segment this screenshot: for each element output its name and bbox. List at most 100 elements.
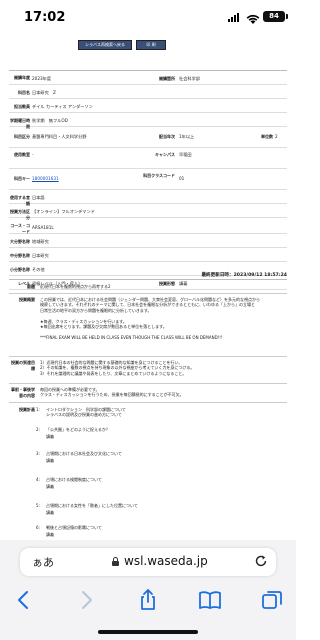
- lesson-title: イントロダクション 科学部の課題について シラバスの説明及び授業の進め方について: [46, 407, 126, 418]
- dept-label: 開講箇所: [159, 76, 175, 81]
- share-icon[interactable]: [136, 588, 160, 612]
- battery-icon: 84: [263, 11, 288, 22]
- lesson-title: 占領における検閲制度について: [46, 477, 102, 482]
- lesson-title: 戦後と占領記憶の影響について: [46, 525, 102, 530]
- subtitle-label: 副題: [27, 284, 35, 289]
- info-row-major: 大分野名称 地域研究: [9, 234, 287, 248]
- course-label: 科目名: [18, 90, 30, 95]
- course-value: 日本研究 Z: [32, 90, 56, 95]
- lesson-number: 4:: [36, 477, 40, 482]
- lesson-mode: 講義: [46, 458, 54, 463]
- lesson-title: 「公共圏」をどのように捉えるか？: [46, 427, 110, 432]
- goal-text: 1）近現代日本の社会的な問題に関する基礎的な知識を身につけることを行い、 2）そ…: [40, 360, 195, 376]
- lesson-number: 5:: [36, 503, 40, 508]
- status-time: 17:02: [24, 10, 66, 25]
- year-value: 2023年度: [32, 76, 52, 81]
- url-text[interactable]: wsl.waseda.jp: [124, 554, 208, 568]
- lesson-number: 3:: [36, 451, 40, 456]
- forward-icon[interactable]: [74, 588, 98, 612]
- lesson-number: 2:: [36, 427, 40, 432]
- browser-address-area: ぁあ wsl.waseda.jp: [0, 540, 296, 584]
- wifi-icon: [246, 10, 260, 29]
- class-code-value: 01: [179, 176, 185, 181]
- lesson-number: 6:: [36, 525, 40, 530]
- key-label: 科目キー: [14, 176, 30, 181]
- status-bar: 17:02 84: [0, 0, 296, 36]
- plan-label: 授業計画: [19, 407, 35, 412]
- term-label: 学期曜日時限: [10, 118, 30, 129]
- lesson-title: 占領期における日本社会及び文化について: [46, 451, 122, 456]
- divider: [9, 293, 287, 294]
- credits-value: 2: [275, 134, 278, 139]
- info-row-code: コース・コード ARSA181L: [9, 218, 287, 234]
- info-row-term: 学期曜日時限 秋学期 無フルOD: [9, 113, 287, 129]
- lang-value: 日本語: [32, 195, 45, 200]
- dept-value: 社会科学部: [179, 76, 200, 81]
- prep-section: 事前・事後学習の内容 毎回の授業への準備が必要です。 クラス・ディスカッションを…: [9, 386, 287, 400]
- summary-label: 授業概要: [19, 297, 35, 302]
- code-label: コース・コード: [10, 223, 30, 234]
- lesson-mode: 講義: [46, 510, 54, 515]
- print-button[interactable]: 印 刷: [136, 40, 166, 50]
- class-code-label: 科目クラスコード: [143, 173, 175, 178]
- method-label: 授業方法区分: [10, 209, 30, 220]
- summary-text: この授業では、近代日本における社会問題（ジェンダー問題、大衆社会変容、グローバル…: [40, 297, 260, 340]
- major-value: 地域研究: [32, 239, 49, 244]
- reload-icon[interactable]: [254, 554, 268, 572]
- divider: [9, 356, 287, 357]
- divider: [9, 383, 287, 384]
- lesson-title: 占領期における女性を「敗者」にした位置について: [46, 503, 138, 508]
- lesson-mode: 講義: [46, 484, 54, 489]
- last-updated: 最終更新日時：2023/09/12 18:57:24: [9, 270, 287, 280]
- course-info-table: 開講年度 2023年度 開講箇所 社会科学部 科目名 日本研究 Z 担当教員 デ…: [9, 70, 287, 290]
- info-row-classroom: 使用教室 - キャンパス 早稲田: [9, 148, 287, 169]
- lock-icon: [112, 557, 119, 566]
- info-row-year: 開講年度 2023年度 開講箇所 社会科学部: [9, 71, 287, 85]
- lesson-number: 1:: [36, 407, 40, 412]
- home-indicator: [98, 630, 198, 634]
- address-field[interactable]: ぁあ wsl.waseda.jp: [20, 548, 276, 576]
- back-to-search-button[interactable]: シラバス再検索へ戻る: [78, 40, 132, 50]
- middle-label: 中分野名称: [10, 253, 30, 258]
- info-row-key: 科目キー 1800001631 科目クラスコード 01: [9, 169, 287, 190]
- info-row-method: 授業方法区分 【オンライン】フルオンデマンド: [9, 204, 287, 220]
- category-label: 科目区分: [14, 134, 30, 139]
- middle-value: 日本研究: [32, 253, 49, 258]
- bookmarks-icon[interactable]: [198, 588, 222, 612]
- prep-text: 毎回の授業への準備が必要です。 クラス・ディスカッションを行うため、授業を毎回積…: [40, 387, 184, 398]
- subtitle-section: 副題 近現代日本を複数的視点から再考する2: [9, 282, 287, 292]
- tabs-icon[interactable]: [260, 588, 284, 612]
- goal-label: 授業の到達目標: [11, 360, 35, 371]
- campus-value: 早稲田: [179, 152, 192, 157]
- prep-label: 事前・事後学習の内容: [11, 387, 35, 398]
- subtitle-text: 近現代日本を複数的視点から再考する2: [40, 284, 111, 289]
- classroom-label: 使用教室: [14, 152, 30, 157]
- page-settings-button[interactable]: ぁあ: [32, 554, 54, 570]
- credits-label: 単位数: [261, 134, 273, 139]
- top-button-row: シラバス再検索へ戻る 印 刷: [0, 40, 296, 52]
- info-row-instructor: 担当教員 デイル カーティス アンダーソン: [9, 99, 287, 113]
- cellular-signal-icon: [228, 12, 239, 22]
- term-value: 秋学期 無フルOD: [32, 118, 68, 123]
- phone-screen: 17:02 84 シラバス再検索へ戻る 印 刷 開講年度 2023年度 開講箇所…: [0, 0, 296, 640]
- info-row-middle: 中分野名称 日本研究: [9, 248, 287, 262]
- lang-label: 使用する言語: [10, 195, 30, 206]
- info-row-course: 科目名 日本研究 Z: [9, 85, 287, 99]
- lesson-mode: 講義: [46, 434, 54, 439]
- syllabus-page[interactable]: シラバス再検索へ戻る 印 刷 開講年度 2023年度 開講箇所 社会科学部 科目…: [0, 36, 296, 540]
- course-key-link[interactable]: 1800001631: [32, 176, 59, 181]
- browser-toolbar: [0, 584, 296, 640]
- back-icon[interactable]: [12, 588, 36, 612]
- grade-value: 1年以上: [179, 134, 195, 139]
- method-value: 【オンライン】フルオンデマンド: [32, 209, 95, 214]
- instructor-value: デイル カーティス アンダーソン: [32, 104, 93, 109]
- plan-section: 授業計画 1: イントロダクション 科学部の課題について シラバスの説明及び授業…: [9, 406, 287, 540]
- summary-section: 授業概要 この授業では、近代日本における社会問題（ジェンダー問題、大衆社会変容、…: [9, 296, 287, 356]
- major-label: 大分野名称: [10, 239, 30, 244]
- campus-label: キャンパス: [155, 152, 175, 157]
- lesson-mode: 講義: [46, 532, 54, 537]
- code-value: ARSA181L: [32, 225, 54, 230]
- classroom-value: -: [32, 152, 34, 157]
- goal-section: 授業の到達目標 1）近現代日本の社会的な問題に関する基礎的な知識を身につけること…: [9, 359, 287, 382]
- instructor-label: 担当教員: [14, 104, 30, 109]
